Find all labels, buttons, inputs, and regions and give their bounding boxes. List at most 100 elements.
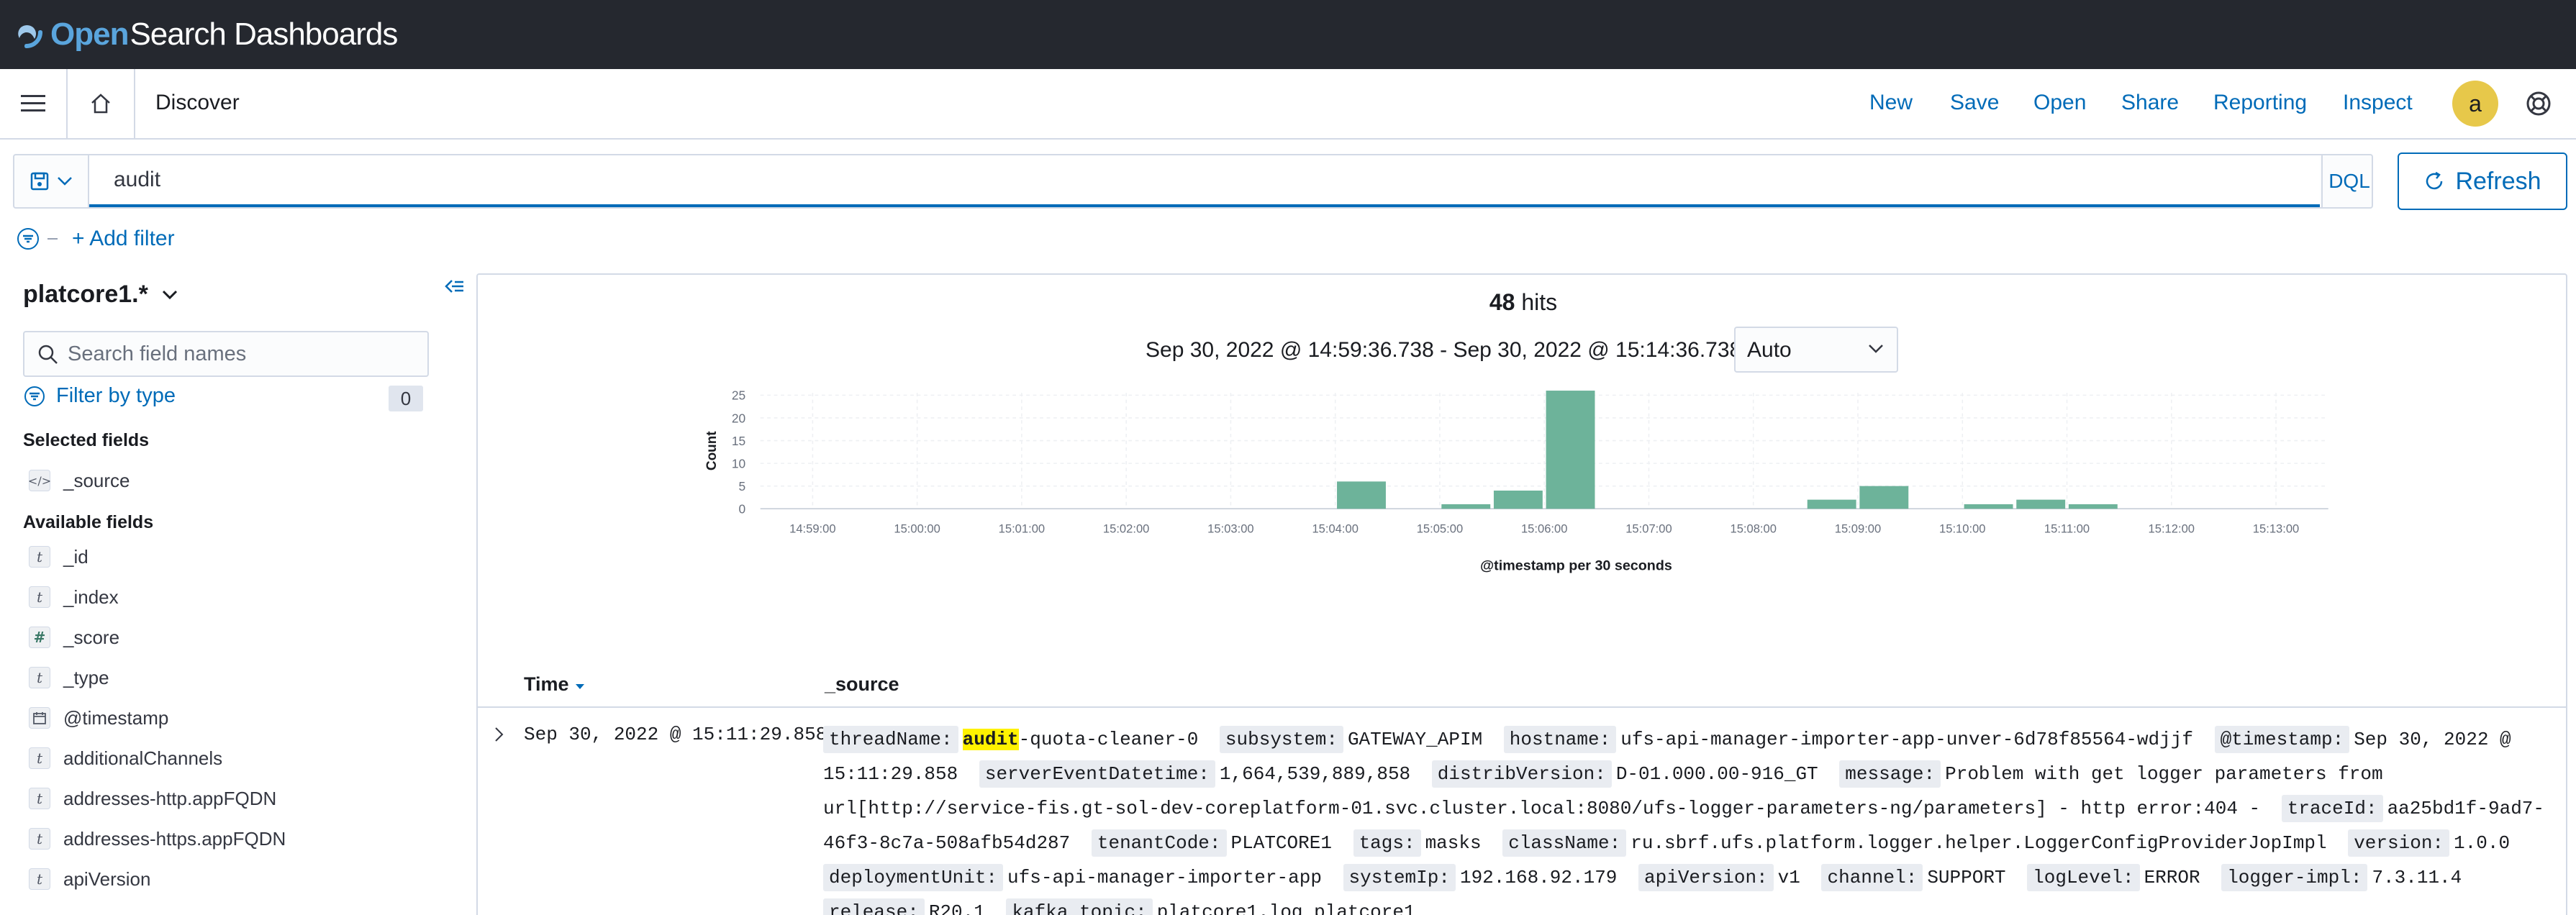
- separator-dash: [47, 238, 58, 240]
- time-column-header[interactable]: Time: [524, 673, 586, 696]
- x-tick-label: 15:13:00: [2253, 522, 2299, 535]
- y-tick-label: 5: [739, 479, 746, 493]
- opensearch-logo[interactable]: Open Search Dashboards: [13, 13, 398, 56]
- y-tick-label: 15: [732, 434, 745, 448]
- source-field-key: distribVersion:: [1431, 760, 1612, 788]
- refresh-button[interactable]: Refresh: [2398, 152, 2567, 210]
- expand-row-icon[interactable]: [488, 724, 509, 745]
- field-name: _index: [63, 586, 119, 608]
- new-button[interactable]: New: [1869, 91, 1913, 115]
- source-field-key: channel:: [1821, 864, 1923, 891]
- field-item[interactable]: t apiVersion: [29, 865, 150, 893]
- logo-text-rest: Search Dashboards: [130, 17, 398, 52]
- field-item[interactable]: t additionalChannels: [29, 744, 222, 773]
- field-item[interactable]: @timestamp: [29, 704, 168, 732]
- source-field-key: tags:: [1353, 829, 1421, 857]
- x-tick-label: 15:03:00: [1207, 522, 1253, 535]
- source-field-value: ufs-api-manager-importer-app-unver-6d78f…: [1620, 729, 2193, 750]
- filter-icon: [24, 386, 45, 406]
- collapse-sidebar-icon[interactable]: [442, 278, 465, 298]
- field-item[interactable]: # _score: [29, 623, 119, 652]
- results-table-header: Time _source: [478, 665, 2566, 708]
- inspect-button[interactable]: Inspect: [2343, 91, 2413, 115]
- field-item[interactable]: t _index: [29, 583, 119, 611]
- home-icon: [91, 94, 110, 114]
- field-name: _source: [63, 469, 130, 491]
- field-search-input[interactable]: Search field names: [23, 331, 429, 377]
- add-filter-button[interactable]: + Add filter: [72, 227, 175, 251]
- reporting-button[interactable]: Reporting: [2213, 91, 2307, 115]
- histogram-bar: [1859, 486, 1909, 509]
- open-button[interactable]: Open: [2033, 91, 2086, 115]
- source-field-key: message:: [1839, 760, 1941, 788]
- x-tick-label: 15:05:00: [1417, 522, 1463, 535]
- refresh-label: Refresh: [2455, 167, 2541, 195]
- x-tick-label: 15:07:00: [1625, 522, 1672, 535]
- source-field-key: threadName:: [823, 726, 958, 753]
- index-pattern-name: platcore1.*: [23, 281, 148, 308]
- menu-toggle-button[interactable]: [0, 69, 68, 138]
- selected-fields-title: Selected fields: [23, 430, 150, 450]
- source-field-key: release:: [823, 898, 925, 915]
- field-name: _id: [63, 545, 89, 568]
- search-icon: [38, 345, 58, 364]
- source-field-key: traceId:: [2281, 795, 2383, 822]
- x-axis-label: @timestamp per 30 seconds: [1480, 558, 1672, 574]
- field-name: addresses-http.appFQDN: [63, 787, 277, 809]
- histogram-chart[interactable]: 0 5 10 15 20 25 14:59:00 15:00:00 15:01:00 15:02:…: [478, 383, 2567, 598]
- x-tick-label: 15:08:00: [1730, 522, 1776, 535]
- field-item[interactable]: t addresses-https.appFQDN: [29, 824, 286, 853]
- source-field-key: logger-impl:: [2221, 864, 2368, 891]
- index-pattern-selector[interactable]: platcore1.*: [23, 281, 178, 309]
- source-field-key: tenantCode:: [1091, 829, 1227, 857]
- filter-by-type-label: Filter by type: [56, 384, 176, 407]
- source-field-key: version:: [2348, 829, 2450, 857]
- home-button[interactable]: [68, 69, 135, 138]
- field-item[interactable]: t addresses-http.appFQDN: [29, 784, 276, 813]
- field-item[interactable]: t _id: [29, 542, 89, 571]
- x-tick-label: 15:09:00: [1835, 522, 1881, 535]
- source-field-key: serverEventDatetime:: [979, 760, 1215, 788]
- x-tick-label: 15:00:00: [894, 522, 940, 535]
- number-type-icon: #: [29, 627, 50, 648]
- source-field-value: 7.3.11.4: [2372, 867, 2462, 888]
- source-field-value: platcore1.log_platcore1: [1156, 901, 1415, 915]
- refresh-icon: [2426, 171, 2443, 190]
- interval-select[interactable]: Auto: [1734, 327, 1898, 373]
- field-item[interactable]: t _type: [29, 663, 109, 692]
- time-range-label: Sep 30, 2022 @ 14:59:36.738 - Sep 30, 20…: [1146, 338, 1742, 362]
- source-field-value: SUPPORT: [1927, 867, 2006, 888]
- source-field-key: hostname:: [1503, 726, 1617, 753]
- histogram-bar: [1337, 481, 1386, 509]
- source-field-value: PLATCORE1: [1230, 832, 1332, 854]
- y-tick-label: 0: [739, 502, 746, 516]
- filter-by-type-button[interactable]: Filter by type: [23, 384, 176, 408]
- source-field-value: 192.168.92.179: [1459, 867, 1618, 888]
- source-field-value: masks: [1425, 832, 1482, 854]
- save-button[interactable]: Save: [1950, 91, 1999, 115]
- x-tick-label: 15:12:00: [2149, 522, 2195, 535]
- saved-query-button[interactable]: [14, 155, 89, 207]
- share-button[interactable]: Share: [2121, 91, 2179, 115]
- source-field-key: className:: [1502, 829, 1627, 857]
- table-row: Sep 30, 2022 @ 15:11:29.858 threadName: a…: [478, 709, 2566, 915]
- x-tick-label: 15:11:00: [2044, 522, 2090, 535]
- results-panel: 48 hits Sep 30, 2022 @ 14:59:36.738 - Se…: [476, 273, 2567, 915]
- string-type-icon: t: [29, 667, 50, 688]
- hits-label: hits: [1521, 289, 1558, 315]
- user-avatar[interactable]: a: [2452, 81, 2498, 127]
- source-field-key: @timestamp:: [2214, 726, 2350, 753]
- sort-desc-icon: [576, 684, 585, 689]
- query-language-button[interactable]: DQL: [2321, 155, 2376, 207]
- search-query-input[interactable]: [89, 155, 2320, 207]
- opensearch-logo-icon: [18, 25, 42, 48]
- field-item-source[interactable]: </> _source: [28, 466, 130, 495]
- y-tick-label: 25: [732, 388, 745, 403]
- histogram-bar: [1441, 504, 1491, 509]
- histogram-bar: [1493, 491, 1543, 509]
- help-icon[interactable]: [2524, 89, 2553, 118]
- string-type-icon: t: [29, 788, 50, 809]
- source-field-value: ERROR: [2144, 867, 2200, 888]
- filter-options-icon[interactable]: [16, 227, 40, 251]
- filter-row: + Add filter: [16, 224, 175, 253]
